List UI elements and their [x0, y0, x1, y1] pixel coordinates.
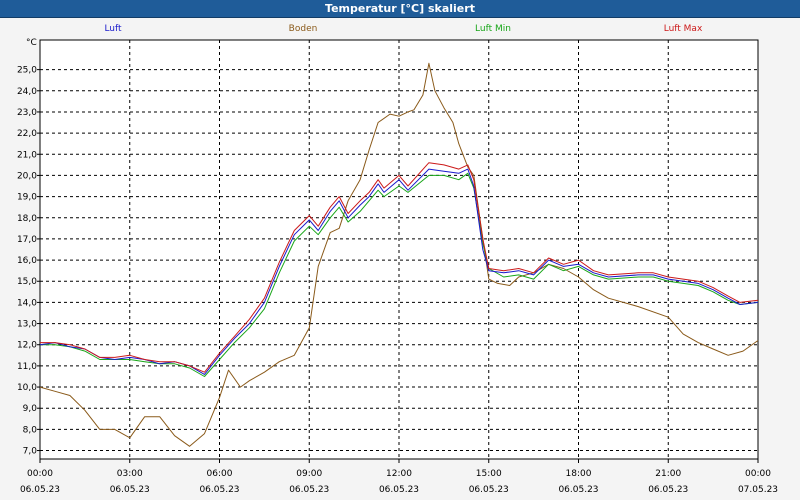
x-tick-label-time: 15:00 [476, 469, 502, 479]
y-tick-label: 17,0 [17, 235, 37, 245]
x-tick-label-date: 06.05.23 [648, 485, 688, 495]
x-tick-label-date: 06.05.23 [379, 485, 419, 495]
y-tick-label: 8,0 [23, 425, 38, 435]
y-tick-label: 10,0 [17, 383, 37, 393]
y-tick-label: 11,0 [17, 362, 37, 372]
x-tick-label-time: 12:00 [386, 469, 412, 479]
x-tick-label-time: 03:00 [117, 469, 143, 479]
x-tick-label-time: 09:00 [296, 469, 322, 479]
x-tick-label-date: 06.05.23 [469, 485, 509, 495]
y-tick-label: 22,0 [17, 129, 37, 139]
y-tick-label: 14,0 [17, 298, 37, 308]
y-tick-label: 19,0 [17, 193, 37, 203]
y-tick-label: 18,0 [17, 214, 37, 224]
y-tick-label: 20,0 [17, 171, 37, 181]
y-tick-label: 24,0 [17, 87, 37, 97]
y-tick-label: 21,0 [17, 150, 37, 160]
x-tick-label-time: 00:00 [745, 469, 771, 479]
line-chart: 7,0 8,0 9,0 10,0 11,0 12,0 13,0 14,0 15,0 16,0 17,… [17, 39, 778, 495]
y-tick-label: 16,0 [17, 256, 37, 266]
y-tick-label: 7,0 [23, 447, 38, 457]
x-tick-label-time: 21:00 [655, 469, 681, 479]
x-tick-label-time: 06:00 [207, 469, 233, 479]
y-tick-label: 23,0 [17, 108, 37, 118]
x-tick-label-date: 06.05.23 [20, 485, 60, 495]
x-tick-label-date: 06.05.23 [199, 485, 239, 495]
x-tick-label-time: 00:00 [27, 469, 53, 479]
chart-window: Temperatur [°C] skaliert Luft Boden Luft… [0, 0, 800, 500]
x-tick-label-date: 06.05.23 [289, 485, 329, 495]
x-tick-label-time: 18:00 [566, 469, 592, 479]
y-tick-label: 15,0 [17, 277, 37, 287]
y-tick-label: 9,0 [23, 404, 38, 414]
x-tick-label-date: 07.05.23 [738, 485, 778, 495]
y-tick-label: 12,0 [17, 341, 37, 351]
y-tick-label: 25,0 [17, 66, 37, 76]
y-tick-label: 13,0 [17, 320, 37, 330]
x-tick-label-date: 06.05.23 [558, 485, 598, 495]
x-tick-label-date: 06.05.23 [110, 485, 150, 495]
